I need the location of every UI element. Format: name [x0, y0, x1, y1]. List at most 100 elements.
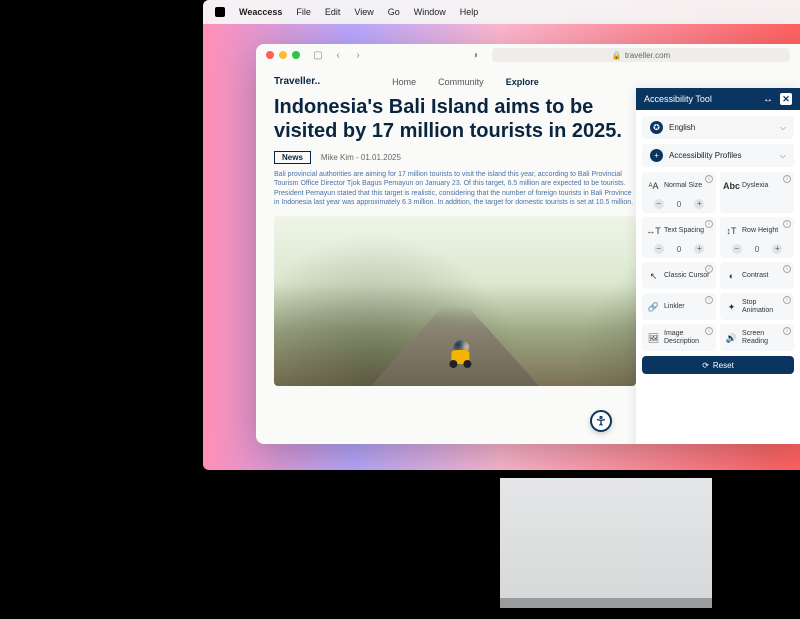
privacy-shield-icon[interactable]: ◑ [472, 50, 478, 61]
globe-icon: ✪ [650, 121, 663, 134]
chevron-down-icon: ⌵ [780, 151, 786, 161]
a11y-panel-body: ✪ English ⌵ + Accessibility Profiles ⌵ i… [636, 110, 800, 440]
decrease-button[interactable]: − [732, 244, 742, 254]
a11y-panel-footer: WeAccess AI [636, 440, 800, 444]
a11y-options-grid: i AA Normal Size − 0 + i [642, 172, 794, 351]
category-badge[interactable]: News [274, 151, 311, 164]
link-icon: 🔗 [647, 301, 660, 314]
close-window-icon[interactable] [266, 51, 274, 59]
decrease-button[interactable]: − [654, 199, 664, 209]
image-description-card[interactable]: i 🖼 Image Description [642, 324, 716, 351]
stop-animation-icon: ✦ [725, 301, 738, 314]
normal-size-card[interactable]: i AA Normal Size − 0 + [642, 172, 716, 213]
site-brand[interactable]: Traveller.. [274, 76, 320, 87]
wheel-icon [449, 360, 457, 368]
profiles-label: Accessibility Profiles [669, 151, 774, 160]
contrast-card[interactable]: i ◐ Contrast [720, 262, 794, 289]
info-icon[interactable]: i [705, 296, 713, 304]
nav-back-icon[interactable]: ‹ [332, 50, 344, 61]
maximize-window-icon[interactable] [292, 51, 300, 59]
scooter-illustration [445, 334, 477, 368]
info-icon[interactable]: i [783, 220, 791, 228]
text-spacing-card[interactable]: i ↔T Text Spacing − 0 + [642, 217, 716, 258]
language-label: English [669, 123, 774, 132]
nav-explore[interactable]: Explore [506, 77, 539, 87]
menubar-edit[interactable]: Edit [325, 7, 341, 17]
profiles-selector[interactable]: + Accessibility Profiles ⌵ [642, 144, 794, 167]
monitor-stand [500, 478, 712, 608]
close-panel-icon[interactable]: ✕ [780, 93, 792, 105]
window-controls [266, 51, 300, 59]
text-spacing-icon: ↔T [647, 225, 660, 238]
menubar-go[interactable]: Go [388, 7, 400, 17]
info-icon[interactable]: i [705, 327, 713, 335]
increase-button[interactable]: + [772, 244, 782, 254]
row-height-icon: ↕T [725, 225, 738, 238]
macos-menubar: Weaccess File Edit View Go Window Help [203, 0, 800, 24]
nav-home[interactable]: Home [392, 77, 416, 87]
card-label: Contrast [742, 272, 789, 280]
card-label: Screen Reading [742, 330, 789, 345]
browser-viewport: Traveller.. Home Community Explore Indon… [256, 66, 800, 444]
increase-button[interactable]: + [694, 199, 704, 209]
article-headline: Indonesia's Bali Island aims to be visit… [274, 95, 634, 143]
card-label: Linkler [664, 303, 711, 311]
reset-label: Reset [713, 361, 734, 370]
author-date: Mike Kim - 01.01.2025 [321, 153, 401, 162]
language-selector[interactable]: ✪ English ⌵ [642, 116, 794, 139]
card-label: Dyslexia [742, 182, 789, 190]
wheel-icon [463, 360, 471, 368]
sidebar-icon[interactable]: ▢ [312, 50, 324, 61]
accessibility-fab-icon[interactable] [590, 410, 612, 432]
minimize-window-icon[interactable] [279, 51, 287, 59]
spacing-value: 0 [677, 245, 681, 254]
decrease-button[interactable]: − [654, 244, 664, 254]
linkler-card[interactable]: i 🔗 Linkler [642, 293, 716, 320]
move-panel-icon[interactable]: ↔ [762, 93, 774, 105]
nav-community[interactable]: Community [438, 77, 484, 87]
size-value: 0 [677, 200, 681, 209]
menubar-window[interactable]: Window [414, 7, 446, 17]
card-label: Row Height [742, 227, 789, 235]
screen-reading-card[interactable]: i 🔊 Screen Reading [720, 324, 794, 351]
address-bar[interactable]: 🔒 traveller.com [492, 48, 790, 62]
menubar-help[interactable]: Help [460, 7, 479, 17]
increase-button[interactable]: + [694, 244, 704, 254]
card-label: Image Description [664, 330, 711, 345]
article-hero-image [274, 216, 636, 386]
card-label: Text Spacing [664, 227, 711, 235]
image-desc-icon: 🖼 [647, 332, 660, 345]
info-icon[interactable]: i [705, 265, 713, 273]
info-icon[interactable]: i [783, 327, 791, 335]
card-label: Stop Animation [742, 299, 789, 314]
a11y-panel-title: Accessibility Tool [644, 94, 756, 104]
contrast-icon: ◐ [725, 270, 738, 283]
url-text: traveller.com [625, 51, 670, 60]
info-icon[interactable]: i [705, 220, 713, 228]
app-logo-icon [215, 7, 225, 17]
classic-cursor-card[interactable]: i ↖ Classic Cursor [642, 262, 716, 289]
reset-button[interactable]: ⟳ Reset [642, 356, 794, 374]
stop-animation-card[interactable]: i ✦ Stop Animation [720, 293, 794, 320]
lock-icon: 🔒 [612, 51, 622, 60]
menubar-view[interactable]: View [354, 7, 373, 17]
info-icon[interactable]: i [783, 265, 791, 273]
info-icon[interactable]: i [705, 175, 713, 183]
row-height-card[interactable]: i ↕T Row Height − 0 + [720, 217, 794, 258]
browser-window: ▢ ‹ › ◑ 🔒 traveller.com Traveller.. Home… [256, 44, 800, 444]
plus-icon: + [650, 149, 663, 162]
audio-icon: 🔊 [725, 332, 738, 345]
text-size-icon: AA [647, 180, 660, 193]
menubar-app-name[interactable]: Weaccess [239, 7, 282, 17]
nav-forward-icon[interactable]: › [352, 50, 364, 61]
site-header: Traveller.. Home Community Explore [274, 76, 782, 87]
menubar-file[interactable]: File [296, 7, 311, 17]
toolbar-icons: ▢ ‹ › [312, 50, 364, 61]
dyslexia-icon: Abc [725, 180, 738, 193]
info-icon[interactable]: i [783, 296, 791, 304]
dyslexia-card[interactable]: i Abc Dyslexia [720, 172, 794, 213]
reset-icon: ⟳ [702, 361, 709, 370]
info-icon[interactable]: i [783, 175, 791, 183]
chevron-down-icon: ⌵ [780, 123, 786, 133]
a11y-panel-header: Accessibility Tool ↔ ✕ [636, 88, 800, 110]
